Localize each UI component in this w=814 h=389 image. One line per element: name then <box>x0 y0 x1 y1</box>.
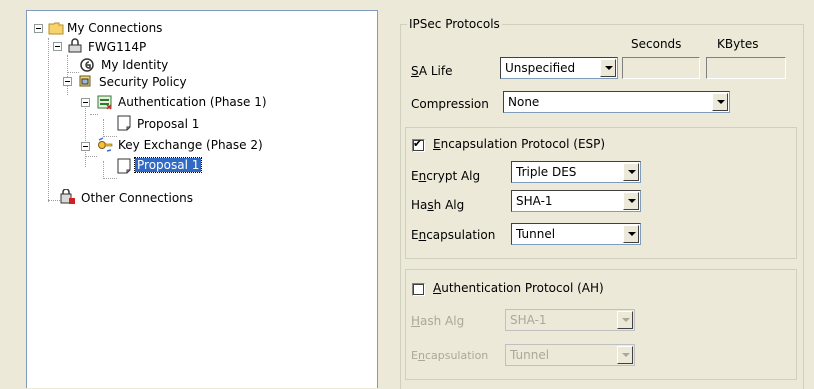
key-exchange-icon <box>98 137 113 152</box>
ah-hash-alg-select[interactable]: SHA-1 <box>505 309 635 331</box>
collapse-toggle[interactable] <box>63 77 72 86</box>
ah-checkbox[interactable] <box>412 283 425 296</box>
security-policy-icon <box>79 75 91 87</box>
tree-line <box>48 38 49 202</box>
collapse-toggle[interactable] <box>53 42 62 51</box>
proposal-icon <box>117 115 131 131</box>
chevron-down-icon[interactable] <box>623 163 639 181</box>
esp-label[interactable]: Encapsulation Protocol (ESP) <box>433 137 605 151</box>
proposal-icon <box>117 158 131 174</box>
sa-life-value: Unspecified <box>505 61 576 75</box>
folder-icon <box>48 22 64 35</box>
tree-item-auth-proposal[interactable]: Proposal 1 <box>137 117 199 131</box>
tree-item-my-identity[interactable]: My Identity <box>101 58 168 72</box>
tree-item-security-policy[interactable]: Security Policy <box>99 75 187 89</box>
kbytes-input[interactable] <box>706 57 786 79</box>
esp-checkbox[interactable] <box>412 137 425 152</box>
identity-icon <box>80 58 94 72</box>
ah-hash-alg-label: Hash Alg <box>411 314 465 328</box>
collapse-toggle[interactable] <box>81 142 90 151</box>
ah-hash-alg-value: SHA-1 <box>510 313 547 327</box>
seconds-header: Seconds <box>631 37 682 51</box>
tree-line <box>103 119 104 137</box>
chevron-down-icon[interactable] <box>712 93 728 111</box>
esp-hash-alg-select[interactable]: SHA-1 <box>511 190 641 212</box>
encrypt-alg-label: Encrypt Alg <box>411 169 481 183</box>
connection-tree[interactable]: My Connections FWG114P My Identity Secur… <box>26 10 378 388</box>
tree-item-authentication[interactable]: Authentication (Phase 1) <box>118 95 267 109</box>
tree-item-kx-proposal-selected[interactable]: Proposal 1 <box>133 157 203 173</box>
tree-item-fwg114p[interactable]: FWG114P <box>88 40 146 54</box>
esp-encapsulation-label: Encapsulation <box>411 228 496 242</box>
esp-hash-alg-label: Hash Alg <box>411 198 465 212</box>
compression-select[interactable]: None <box>503 91 730 113</box>
esp-hash-alg-value: SHA-1 <box>516 194 553 208</box>
ah-encapsulation-label: Encapsulation <box>411 349 489 362</box>
tree-item-my-connections[interactable]: My Connections <box>67 21 162 35</box>
collapse-toggle[interactable] <box>34 24 43 33</box>
tree-line <box>103 178 117 179</box>
encrypt-alg-value: Triple DES <box>516 165 577 179</box>
seconds-input[interactable] <box>622 57 700 79</box>
secure-connection-icon <box>68 38 82 53</box>
esp-encapsulation-value: Tunnel <box>516 227 556 241</box>
tree-line <box>67 55 68 95</box>
tree-line <box>48 200 60 201</box>
tree-item-other-connections[interactable]: Other Connections <box>81 191 193 205</box>
tree-line <box>85 156 97 157</box>
chevron-down-icon[interactable] <box>600 59 616 77</box>
chevron-down-icon[interactable] <box>617 346 633 364</box>
chevron-down-icon[interactable] <box>623 192 639 210</box>
tree-item-key-exchange[interactable]: Key Exchange (Phase 2) <box>118 138 263 152</box>
kbytes-header: KBytes <box>717 37 759 51</box>
chevron-down-icon[interactable] <box>617 311 633 329</box>
sa-life-label: SA Life <box>411 64 453 78</box>
authentication-icon <box>97 95 112 110</box>
ah-label[interactable]: Authentication Protocol (AH) <box>433 281 604 295</box>
other-connections-icon <box>60 189 75 204</box>
ipsec-protocols-legend: IPSec Protocols <box>407 17 502 31</box>
compression-label: Compression <box>411 97 489 111</box>
tree-line <box>103 161 104 179</box>
chevron-down-icon[interactable] <box>623 225 639 243</box>
sa-life-select[interactable]: Unspecified <box>500 57 618 79</box>
tree-line <box>85 103 86 167</box>
compression-value: None <box>508 95 540 109</box>
ah-encapsulation-value: Tunnel <box>510 348 550 362</box>
tree-line <box>90 114 98 115</box>
collapse-toggle[interactable] <box>81 98 90 107</box>
encrypt-alg-select[interactable]: Triple DES <box>511 161 641 183</box>
ah-encapsulation-select[interactable]: Tunnel <box>505 344 635 366</box>
esp-encapsulation-select[interactable]: Tunnel <box>511 223 641 245</box>
